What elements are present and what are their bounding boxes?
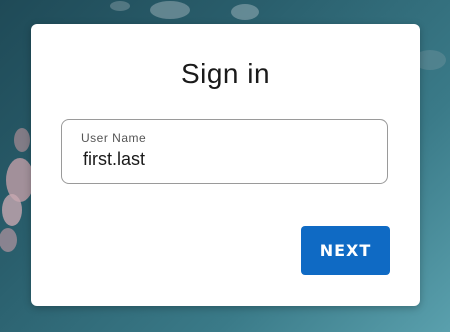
signin-card: Sign in User Name first.last NEXT: [31, 24, 420, 306]
username-field[interactable]: User Name first.last: [61, 119, 388, 184]
next-button[interactable]: NEXT: [301, 226, 390, 275]
username-label: User Name: [81, 131, 147, 145]
signin-title: Sign in: [180, 58, 271, 89]
username-input-value[interactable]: first.last: [83, 149, 145, 170]
